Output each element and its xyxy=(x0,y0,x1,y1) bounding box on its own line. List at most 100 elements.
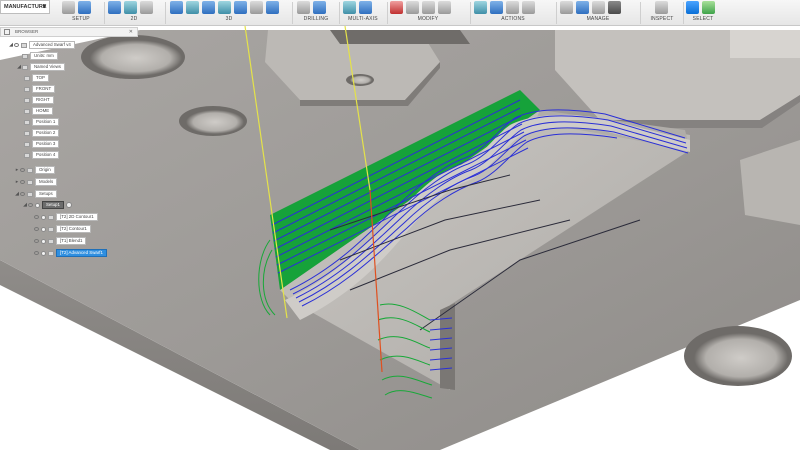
workspace-switcher[interactable]: MANUFACTURE ▾ xyxy=(0,0,50,14)
toolbar-divider xyxy=(165,2,166,24)
scissors-icon xyxy=(390,1,403,14)
toolbar-label-2d: 2D xyxy=(130,16,138,22)
browser-header[interactable]: BROWSER ✕ xyxy=(0,27,138,37)
toolbar-label-setup: SETUP xyxy=(72,16,90,22)
tree-origin[interactable]: ▸ Origin xyxy=(14,166,55,174)
chevron-down-icon: ▾ xyxy=(42,4,46,10)
visibility-eye-icon[interactable] xyxy=(34,215,39,219)
folder-icon xyxy=(22,64,28,70)
hole-center xyxy=(179,106,247,136)
post-process-icon xyxy=(490,1,503,14)
toolbar-group-setup[interactable]: SETUP xyxy=(62,0,100,26)
operation-status-icon xyxy=(41,238,46,244)
tree-root[interactable]: ◢ Advanced Swarf v4 xyxy=(8,41,75,49)
toolbar-group-inspect[interactable]: INSPECT xyxy=(645,0,679,26)
toolbar-group-select[interactable]: SELECT xyxy=(686,0,720,26)
named-view-label: RIGHT xyxy=(32,96,54,104)
named-view-label: Position 3 xyxy=(32,140,60,148)
view-icon xyxy=(24,97,30,103)
hole-right xyxy=(684,326,792,386)
toolbar-group-multi-axis[interactable]: MULTI-AXIS xyxy=(343,0,383,26)
visibility-eye-icon[interactable] xyxy=(20,192,25,196)
toolbar-divider xyxy=(104,2,105,24)
operation-icon xyxy=(48,226,54,232)
2d-contour-icon xyxy=(124,1,137,14)
operation-status-icon xyxy=(41,250,46,256)
folder-icon xyxy=(27,191,33,197)
delete-icon xyxy=(438,1,451,14)
flow-icon xyxy=(266,1,279,14)
visibility-eye-icon[interactable] xyxy=(34,251,39,255)
simulate-icon xyxy=(474,1,487,14)
toolbar-label-drilling: DRILLING xyxy=(303,16,329,22)
named-view-position-2[interactable]: Position 2 xyxy=(24,129,60,137)
toolbar-label-multi-axis: MULTI-AXIS xyxy=(348,16,378,22)
view-icon xyxy=(24,108,30,114)
tree-setup1[interactable]: ◢ Setup1 xyxy=(22,201,72,209)
operation-status-icon xyxy=(41,226,46,232)
visibility-eye-icon[interactable] xyxy=(20,180,25,184)
view-icon xyxy=(24,130,30,136)
folder-icon xyxy=(27,167,33,173)
tree-named-views[interactable]: ◢ Named Views xyxy=(16,63,66,71)
operation-advanced-swarf[interactable]: [T2] Advanced Swarf1 xyxy=(34,249,107,257)
folder-icon xyxy=(27,179,33,185)
tree-models[interactable]: ▸ Models xyxy=(14,178,58,186)
view-icon xyxy=(24,119,30,125)
transform-icon xyxy=(422,1,435,14)
operation-blend[interactable]: [T1] Blend1 xyxy=(34,237,87,245)
named-view-right[interactable]: RIGHT xyxy=(24,96,54,104)
visibility-eye-icon[interactable] xyxy=(34,227,39,231)
tree-setups-label: Setups xyxy=(35,190,57,198)
new-setup-icon xyxy=(78,1,91,14)
named-view-home[interactable]: HOME xyxy=(24,107,54,115)
toolbar-group-actions[interactable]: ACTIONS xyxy=(474,0,552,26)
toolbar-group-manage[interactable]: MANAGE xyxy=(560,0,636,26)
toolbar-divider xyxy=(556,2,557,24)
toolbar-divider xyxy=(387,2,388,24)
tree-setups[interactable]: ◢ Setups xyxy=(14,190,57,198)
operation-icon xyxy=(48,238,54,244)
named-view-label: Position 4 xyxy=(32,151,60,159)
tree-units[interactable]: Units: mm xyxy=(16,52,58,60)
toolbar-group-3d[interactable]: 3D xyxy=(170,0,288,26)
view-icon xyxy=(24,141,30,147)
multi-axis-contour-icon xyxy=(359,1,372,14)
operation-label-selected: [T2] Advanced Swarf1 xyxy=(56,249,107,257)
view-icon xyxy=(24,75,30,81)
visibility-eye-icon[interactable] xyxy=(14,43,19,47)
operation-icon xyxy=(48,250,54,256)
operation-contour[interactable]: [T2] Contour1 xyxy=(34,225,91,233)
named-view-position-1[interactable]: Position 1 xyxy=(24,118,60,126)
units-icon xyxy=(22,53,28,59)
operation-2d-contour[interactable]: [T2] 2D Contour1 xyxy=(34,213,98,221)
tree-units-label: Units: mm xyxy=(30,52,58,60)
toolbar-group-modify[interactable]: MODIFY xyxy=(390,0,466,26)
machine-library-icon xyxy=(608,1,621,14)
toolbar-label-3d: 3D xyxy=(225,16,233,22)
named-view-label: FRONT xyxy=(32,85,56,93)
close-icon[interactable]: ✕ xyxy=(129,28,133,36)
scallop-icon xyxy=(250,1,263,14)
horizontal-icon xyxy=(234,1,247,14)
visibility-eye-icon[interactable] xyxy=(34,239,39,243)
named-view-position-3[interactable]: Position 3 xyxy=(24,140,60,148)
toolbar-divider xyxy=(470,2,471,24)
toolbar-label-manage: MANAGE xyxy=(586,16,610,22)
operation-status-icon xyxy=(41,214,46,220)
workspace-label: MANUFACTURE xyxy=(4,4,47,10)
named-view-front[interactable]: FRONT xyxy=(24,85,56,93)
toolbar-divider xyxy=(640,2,641,24)
visibility-eye-icon[interactable] xyxy=(20,168,25,172)
fusion-manufacture-window: MANUFACTURE ▾ SETUP 2D 3D DRILLING MULTI… xyxy=(0,0,800,450)
named-view-position-4[interactable]: Position 4 xyxy=(24,151,60,159)
tree-setup1-label: Setup1 xyxy=(42,201,64,209)
toolbar-group-2d[interactable]: 2D xyxy=(108,0,160,26)
browser-toggle-icon[interactable] xyxy=(4,29,10,35)
toolbar-group-drilling[interactable]: DRILLING xyxy=(297,0,335,26)
named-view-top[interactable]: TOP xyxy=(24,74,49,82)
visibility-eye-icon[interactable] xyxy=(28,203,33,207)
setup-sheet-icon xyxy=(506,1,519,14)
toolbar-label-inspect: INSPECT xyxy=(650,16,674,22)
template-library-icon xyxy=(576,1,589,14)
